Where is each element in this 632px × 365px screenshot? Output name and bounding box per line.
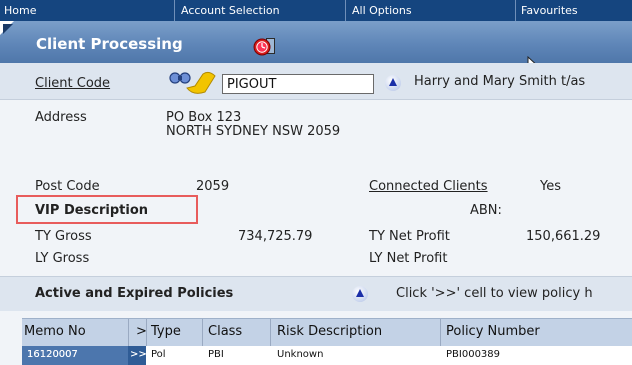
nav-divider (174, 0, 175, 21)
cell-view-policy[interactable]: >> (130, 349, 147, 360)
nav-divider (515, 0, 516, 21)
column-divider (270, 319, 271, 347)
policies-table-header: Memo No > Type Class Risk Description Po… (22, 318, 632, 348)
column-divider (146, 319, 147, 347)
ty-net-profit-value: 150,661.29 (526, 229, 601, 244)
nav-account-selection[interactable]: Account Selection (181, 4, 280, 17)
page-title: Client Processing (36, 35, 183, 53)
cell-type: Pol (151, 349, 166, 360)
corner-decoration (3, 24, 13, 34)
up-triangle-icon[interactable] (352, 286, 368, 302)
postcode-label: Post Code (35, 179, 100, 194)
client-code-label[interactable]: Client Code (35, 76, 110, 91)
alarm-clock-icon[interactable] (252, 36, 276, 56)
policies-hint: Click '>>' cell to view policy h (396, 286, 593, 301)
nav-home[interactable]: Home (4, 4, 36, 17)
ty-net-profit-label: TY Net Profit (369, 229, 450, 244)
up-triangle-icon[interactable] (385, 75, 401, 91)
nav-divider (345, 0, 346, 21)
address-line-1: PO Box 123 (166, 110, 242, 125)
column-header-policy-number[interactable]: Policy Number (446, 324, 540, 339)
column-header-class[interactable]: Class (208, 324, 242, 339)
policies-section-label: Active and Expired Policies (35, 286, 234, 301)
vip-description-label: VIP Description (35, 203, 149, 218)
top-nav-bar: Home Account Selection All Options Favou… (0, 0, 632, 21)
cell-policy-number: PBI000389 (446, 349, 501, 360)
column-divider (128, 319, 129, 347)
nav-favourites[interactable]: Favourites (521, 4, 578, 17)
ty-gross-label: TY Gross (35, 229, 92, 244)
abn-label: ABN: (470, 203, 502, 218)
cell-memo: 16120007 (27, 349, 78, 360)
ly-gross-label: LY Gross (35, 251, 90, 266)
column-header-type[interactable]: Type (151, 324, 181, 339)
client-code-input[interactable] (222, 74, 374, 94)
address-label: Address (35, 110, 87, 125)
cell-class: PBI (208, 349, 224, 360)
nav-all-options[interactable]: All Options (352, 4, 412, 17)
cell-risk-description: Unknown (277, 349, 324, 360)
ly-net-profit-label: LY Net Profit (369, 251, 448, 266)
ty-gross-value: 734,725.79 (238, 229, 313, 244)
column-divider (202, 319, 203, 347)
binoculars-icon[interactable] (165, 66, 217, 96)
connected-clients-value: Yes (540, 179, 561, 194)
column-header-risk-description[interactable]: Risk Description (277, 324, 382, 339)
address-line-2: NORTH SYDNEY NSW 2059 (166, 124, 341, 139)
connected-clients-link[interactable]: Connected Clients (369, 179, 488, 194)
client-name: Harry and Mary Smith t/as (414, 74, 586, 89)
column-header-memo[interactable]: Memo No (24, 324, 86, 339)
column-divider (440, 319, 441, 347)
postcode-value: 2059 (196, 179, 230, 194)
